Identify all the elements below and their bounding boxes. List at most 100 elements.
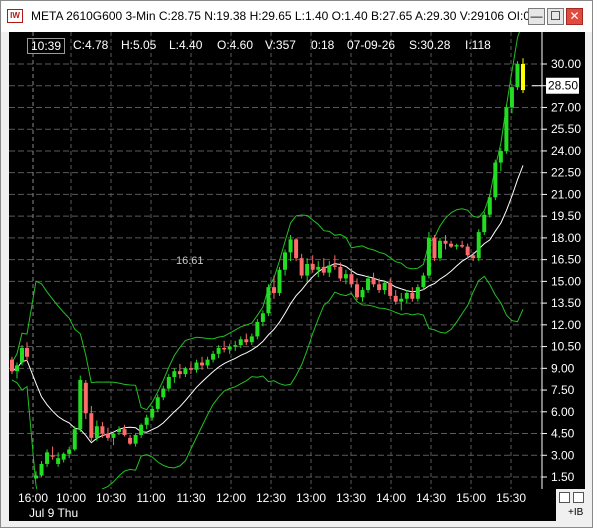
y-tick-label: 21.00 bbox=[551, 187, 581, 201]
candle-body bbox=[238, 339, 243, 346]
candle-body bbox=[310, 263, 315, 270]
candle-body bbox=[89, 413, 94, 438]
candle-body bbox=[321, 266, 326, 273]
candle-body bbox=[227, 346, 232, 350]
y-tick-label: 7.50 bbox=[551, 383, 575, 397]
title-bar[interactable]: IW META 2610G600 3-Min C:28.75 N:19.38 H… bbox=[1, 1, 592, 32]
x-tick-label: 16:00 bbox=[17, 491, 49, 505]
upper-band-line bbox=[11, 32, 520, 411]
y-tick-label: 13.50 bbox=[551, 296, 581, 310]
info-index: I:118 bbox=[465, 38, 491, 52]
ib-label: +IB bbox=[568, 507, 584, 518]
x-tick-label: 15:30 bbox=[495, 491, 527, 505]
candle-body bbox=[371, 278, 376, 285]
chart-window: IW META 2610G600 3-Min C:28.75 N:19.38 H… bbox=[0, 0, 593, 528]
info-volume: V:357 bbox=[265, 38, 296, 52]
candle-body bbox=[117, 429, 122, 433]
y-tick-label: 24.00 bbox=[551, 144, 581, 158]
maximize-button[interactable]: ☐ bbox=[547, 8, 564, 25]
candle-body bbox=[144, 417, 149, 425]
candle-body bbox=[465, 246, 470, 256]
candle-body bbox=[294, 239, 299, 259]
zoom-out-button[interactable] bbox=[559, 492, 570, 503]
candle-body bbox=[393, 295, 398, 302]
candle-body bbox=[354, 284, 359, 298]
candle-body bbox=[72, 429, 77, 450]
x-tick-label: 10:30 bbox=[95, 491, 127, 505]
info-change: 0:18 bbox=[311, 38, 335, 52]
x-tick-label: 11:30 bbox=[176, 491, 206, 505]
candle-body bbox=[305, 263, 310, 276]
price-annotation: 16.61 bbox=[176, 255, 204, 267]
x-tick-label: 13:30 bbox=[335, 491, 367, 505]
candle-body bbox=[128, 437, 133, 444]
x-tick-label: 15:00 bbox=[455, 491, 487, 505]
candle-body bbox=[205, 359, 210, 366]
candle-body bbox=[432, 237, 437, 259]
y-tick-label: 10.50 bbox=[551, 340, 581, 354]
left-edge bbox=[1, 32, 9, 522]
minimize-button[interactable]: — bbox=[528, 8, 545, 25]
candle-body bbox=[39, 463, 44, 476]
y-tick-label: 15.00 bbox=[551, 274, 581, 288]
candle-body bbox=[155, 397, 160, 409]
app-icon: IW bbox=[7, 9, 23, 23]
x-tick-label: 14:30 bbox=[415, 491, 447, 505]
x-tick-label: 13:00 bbox=[295, 491, 327, 505]
candle-body bbox=[15, 365, 19, 372]
candle-body bbox=[482, 214, 487, 233]
candle-body bbox=[194, 362, 199, 370]
price-chart[interactable]: 30.00 27.00 25.50 24.00 22.50 21.00 19.50 18.00… bbox=[9, 32, 585, 489]
candle-body bbox=[78, 379, 83, 430]
x-tick-label: 12:00 bbox=[215, 491, 247, 505]
candle-body bbox=[415, 287, 420, 299]
candle-body bbox=[283, 252, 288, 270]
candle-body bbox=[476, 232, 481, 259]
candle-body bbox=[377, 284, 382, 291]
price-tag-label: 28.50 bbox=[548, 79, 578, 93]
candle-body bbox=[504, 107, 509, 151]
candle-body bbox=[166, 377, 171, 389]
candle-body bbox=[94, 426, 99, 438]
candle-body bbox=[233, 345, 238, 347]
candle-body bbox=[188, 368, 193, 370]
axis-corner: +IB bbox=[556, 489, 592, 521]
zoom-in-button[interactable] bbox=[573, 492, 584, 503]
candle-body bbox=[437, 240, 442, 259]
candle-body bbox=[299, 258, 304, 276]
candle-body bbox=[271, 287, 276, 293]
candle-body bbox=[111, 433, 116, 438]
x-tick-label: 12:30 bbox=[255, 491, 287, 505]
candle-body bbox=[421, 275, 426, 288]
y-tick-label: 9.00 bbox=[551, 361, 575, 375]
candle-body bbox=[471, 255, 476, 259]
candle-body bbox=[498, 150, 503, 163]
candle-body bbox=[56, 458, 61, 464]
candle-body bbox=[454, 245, 459, 247]
candle-body bbox=[50, 455, 55, 457]
info-low: L:4.40 bbox=[169, 38, 203, 52]
time-axis: 16:00 10:00 10:30 11:00 11:30 12:00 12:30 13:00… bbox=[9, 489, 585, 521]
candle-body bbox=[20, 348, 24, 363]
info-time: 10:39 bbox=[27, 38, 66, 54]
candle-body bbox=[327, 265, 332, 273]
y-tick-label: 6.00 bbox=[551, 405, 575, 419]
candle-body bbox=[288, 239, 293, 253]
candle-body bbox=[100, 426, 105, 434]
candle-body bbox=[487, 197, 492, 215]
candle-body bbox=[61, 453, 66, 460]
y-tick-label: 3.00 bbox=[551, 448, 575, 462]
candle-body bbox=[316, 266, 321, 270]
candle-body bbox=[343, 274, 348, 279]
chart-canvas[interactable]: 30.00 27.00 25.50 24.00 22.50 21.00 19.50 18.00… bbox=[9, 32, 585, 489]
candle-body bbox=[515, 64, 520, 88]
y-tick-label: 12.00 bbox=[551, 318, 581, 332]
candle-body bbox=[83, 382, 88, 414]
window-title: META 2610G600 3-Min C:28.75 N:19.38 H:29… bbox=[31, 9, 530, 23]
candle-body bbox=[493, 162, 498, 198]
candle-body bbox=[404, 292, 409, 299]
close-button[interactable]: ✕ bbox=[566, 8, 583, 25]
info-open: O:4.60 bbox=[217, 38, 254, 52]
candle-body bbox=[260, 313, 265, 322]
candle-body bbox=[277, 269, 282, 293]
